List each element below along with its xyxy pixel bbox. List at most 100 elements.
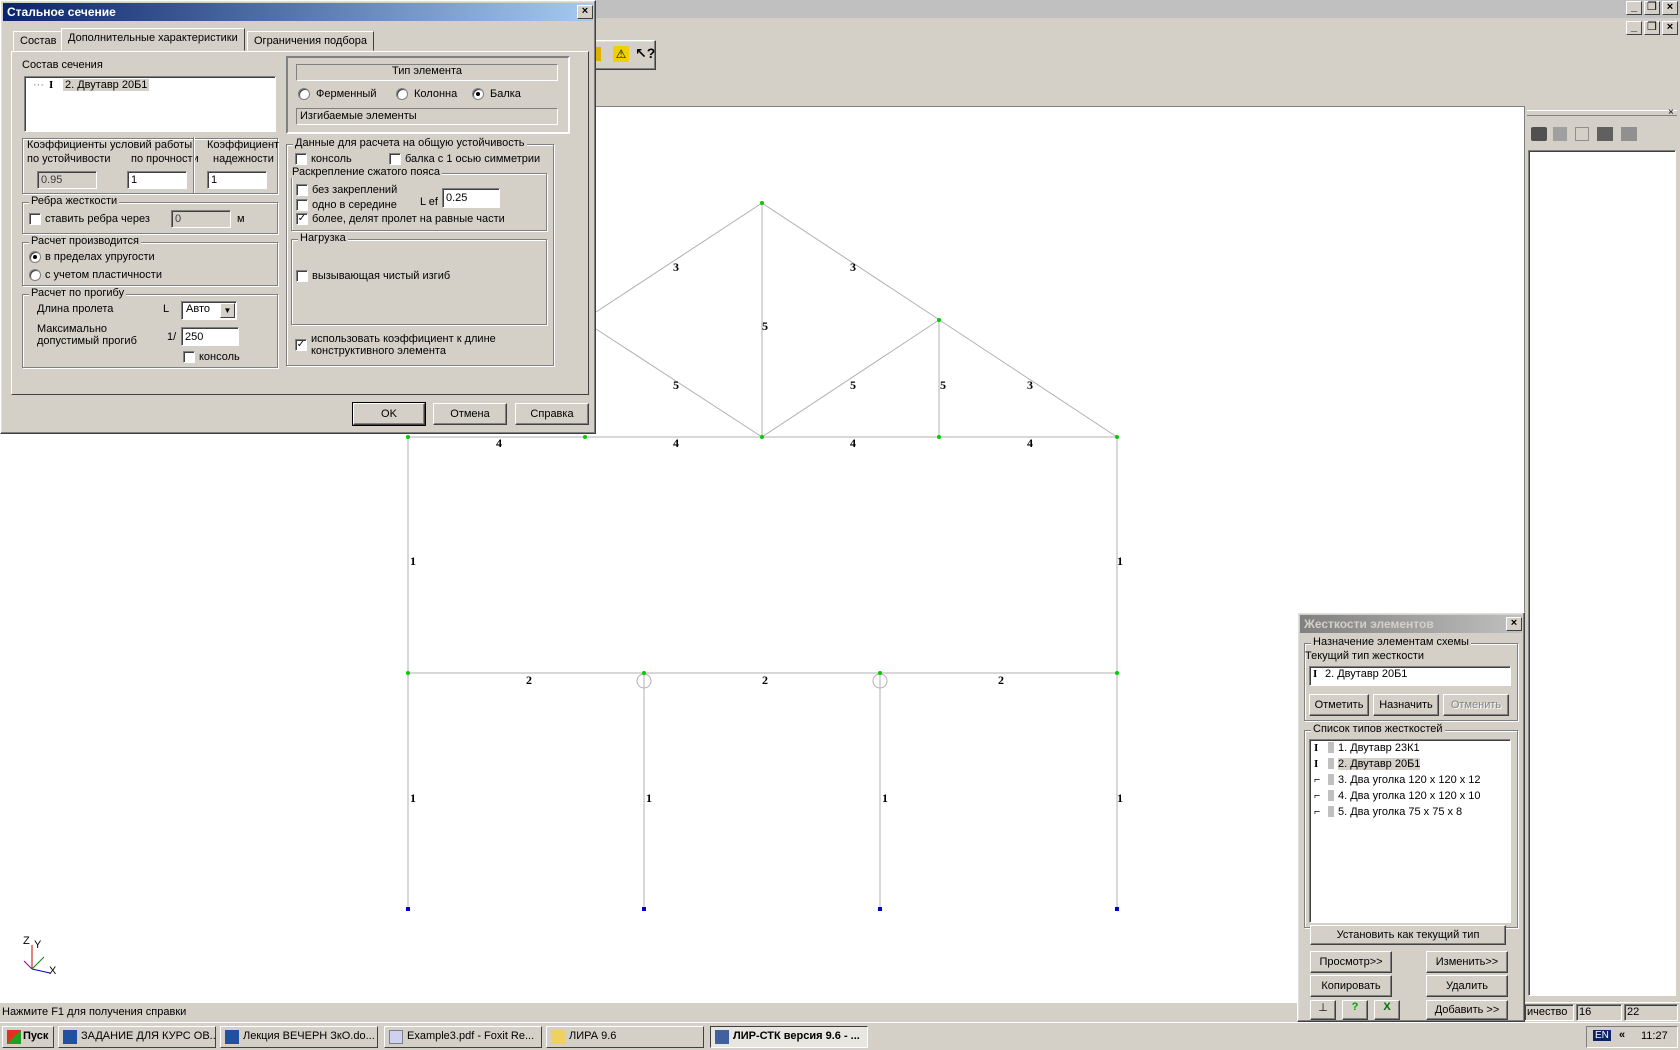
section-item[interactable]: 2. Двутавр 20Б1 [63,79,150,91]
reliability-coeff-input[interactable] [207,171,267,189]
axis-z-label: Z [23,935,30,947]
word-icon [225,1030,239,1044]
member-label: 2 [762,673,768,687]
restore-icon[interactable]: ❐ [1644,21,1660,35]
right-panel-header [1527,110,1677,116]
list-item[interactable]: ⌐ 5. Два уголка 75 x 75 x 8 [1314,806,1462,821]
taskbar-item-lira[interactable]: ЛИР-СТК версия 9.6 - ... [710,1026,868,1048]
list-item-selected[interactable]: I 2. Двутавр 20Б1 [1314,758,1421,773]
print-icon[interactable] [1621,127,1637,141]
ok-button[interactable]: OK [352,402,426,426]
system-tray: EN « 11:27 [1586,1026,1678,1048]
reliability-label-1: Коэффициент [207,139,280,151]
radio-beam[interactable] [472,88,484,100]
copy-icon[interactable] [1575,127,1589,141]
list-item[interactable]: ⌐ 3. Два уголка 120 x 120 x 12 [1314,774,1481,789]
ribs-checkbox[interactable] [29,213,41,225]
toolbar: ⚠ ↖? [590,40,656,70]
taskbar-item-foxit[interactable]: Example3.pdf - Foxit Re... [384,1026,542,1048]
stability-coeff-input [37,171,97,189]
axes-tool-icon[interactable]: ⊥ [1310,1000,1336,1020]
image-icon[interactable] [1597,127,1613,141]
i-beam-icon: I [1314,742,1319,754]
tab-additional[interactable]: Дополнительные характеристики [61,28,245,51]
deflection-console-checkbox[interactable] [183,351,195,363]
support-tool-icon[interactable]: ⚠ [613,46,629,62]
radio-elastic[interactable] [29,251,41,263]
no-bracing-checkbox[interactable] [296,184,308,196]
truss-member [595,328,763,438]
section-composition-tree[interactable]: ··· I 2. Двутавр 20Б1 [24,76,276,132]
add-button[interactable]: Добавить >> [1426,1000,1508,1020]
stability-group: Данные для расчета на общую устойчивость… [286,137,554,366]
restore-icon[interactable]: ❐ [1644,1,1660,15]
save-icon[interactable] [1553,127,1567,141]
taskbar-item-word1[interactable]: ЗАДАНИЕ ДЛЯ КУРС ОВ... [58,1026,216,1048]
minimize-icon[interactable]: _ [1626,21,1642,35]
close-icon[interactable]: × [1506,617,1522,631]
cancel-assign-button[interactable]: Отменить [1443,694,1509,716]
assign-group: Назначение элементам схемы Текущий тип ж… [1304,636,1518,721]
assign-button[interactable]: Назначить [1373,694,1439,716]
start-button[interactable]: Пуск [2,1026,54,1048]
status-value1: 16 [1579,1006,1592,1018]
help-icon[interactable]: ? [1342,1000,1368,1020]
strength-coeff-input[interactable] [127,171,187,189]
radio-column[interactable] [396,88,408,100]
taskbar-item-folder[interactable]: ЛИРА 9.6 [546,1026,704,1048]
member-label: 1 [410,554,416,568]
beam-symmetry-label: балка с 1 осью симметрии [405,153,541,165]
member-label: 1 [1117,791,1123,805]
coeff-group: Коэффициенты условий работы по устойчиво… [22,137,280,194]
span-length-select[interactable]: Авто ▼ [181,301,237,320]
load-label: Нагрузка [298,232,348,244]
close-icon[interactable]: × [1668,107,1674,118]
list-item[interactable]: I 1. Двутавр 23К1 [1314,742,1420,757]
stiffness-list[interactable]: I 1. Двутавр 23К1 I 2. Двутавр 20Б1 ⌐ 3. Дв… [1309,739,1511,923]
lef-input[interactable] [442,188,500,208]
one-middle-checkbox[interactable] [296,199,308,211]
set-current-type-button[interactable]: Установить как текущий тип [1310,925,1506,945]
delete-button[interactable]: Удалить [1426,975,1508,997]
status-hint: Нажмите F1 для получения справки [2,1006,187,1018]
close-icon[interactable]: × [1662,21,1678,35]
beam-symmetry-checkbox[interactable] [389,153,401,165]
status-count-label: ичество [1527,1006,1568,1018]
current-type-value: 2. Двутавр 20Б1 [1325,668,1408,680]
radio-elastic-label: в пределах упругости [45,251,155,263]
radio-plastic[interactable] [29,269,41,281]
view-button[interactable]: Просмотр>> [1310,951,1392,973]
tray-expand-icon[interactable]: « [1619,1029,1625,1041]
member-label: 3 [1027,378,1033,392]
help-button[interactable]: Справка [515,403,589,425]
list-item[interactable]: ⌐ 4. Два уголка 120 x 120 x 10 [1314,790,1481,805]
use-coeff-checkbox[interactable]: ✓ [295,339,307,351]
section-composition-label: Состав сечения [22,59,103,71]
close-icon[interactable]: × [577,5,593,19]
stability-console-checkbox[interactable] [295,153,307,165]
coeff-strength-label: по прочности [131,153,199,165]
help-pointer-icon[interactable]: ↖? [635,45,655,62]
radio-truss[interactable] [298,88,310,100]
ribs-label: Ребра жесткости [29,195,120,207]
copy-button[interactable]: Копировать [1310,975,1392,997]
more-bracing-checkbox[interactable]: ✓ [296,213,308,225]
list-item-label: 1. Двутавр 23К1 [1338,742,1420,754]
close-icon[interactable]: × [1662,1,1678,15]
change-button[interactable]: Изменить>> [1426,951,1508,973]
chevron-down-icon[interactable]: ▼ [220,303,235,318]
max-deflection-input[interactable] [181,327,239,346]
cancel-button[interactable]: Отмена [433,403,507,425]
pure-bending-checkbox[interactable] [296,270,308,282]
excel-icon[interactable]: X [1374,1000,1400,1020]
member-label: 4 [1027,436,1033,450]
minimize-icon[interactable]: _ [1626,1,1642,15]
tab-composition[interactable]: Состав [13,31,64,51]
mark-button[interactable]: Отметить [1309,694,1369,716]
camera-icon[interactable] [1531,127,1547,141]
status-value2-cell: 22 [1624,1004,1678,1021]
tab-strip: Состав Дополнительные характеристики Огр… [11,28,591,53]
tab-limits[interactable]: Ограничения подбора [247,31,375,51]
language-indicator[interactable]: EN [1593,1030,1611,1041]
taskbar-item-word2[interactable]: Лекция ВЕЧЕРН ЗкО.do... [220,1026,378,1048]
